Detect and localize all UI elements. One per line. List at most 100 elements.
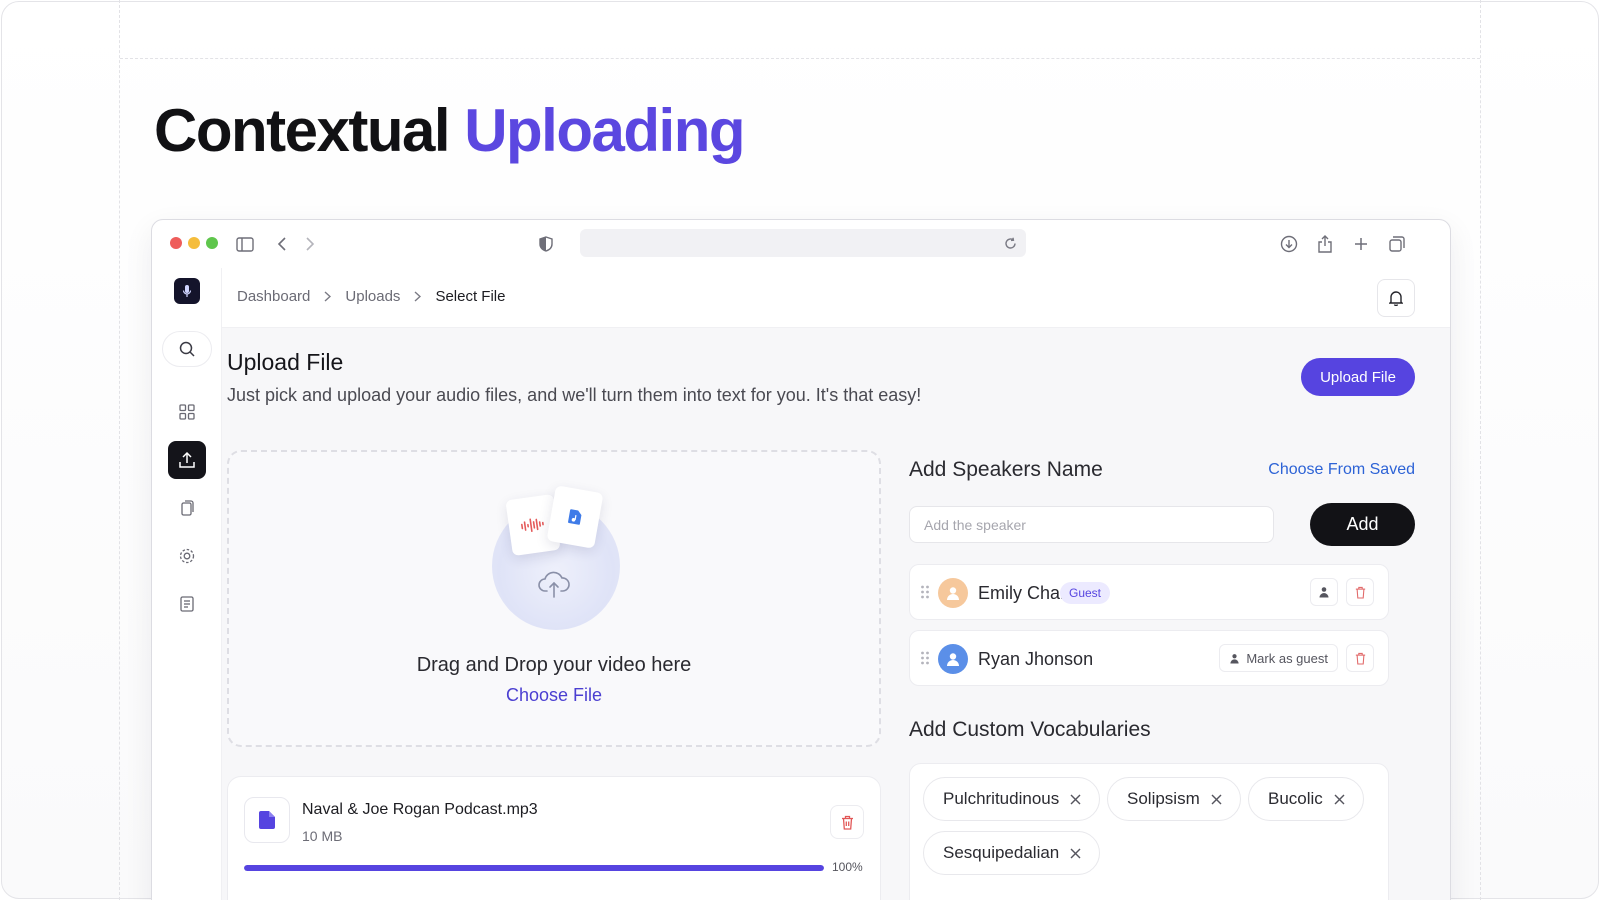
trash-icon [841,815,853,830]
file-dropzone[interactable]: Drag and Drop your video here Choose Fil… [227,450,881,747]
close-icon[interactable] [1070,794,1081,805]
document-icon [180,596,194,612]
delete-speaker-button[interactable] [1346,578,1374,606]
address-bar[interactable] [580,229,1026,257]
shield-icon[interactable] [535,233,557,255]
guide-line-top [120,58,1480,59]
hero-title: Contextual Uploading [154,96,745,165]
speaker-name-input[interactable] [909,506,1274,543]
trash-icon [1355,586,1365,599]
file-name: Naval & Joe Rogan Podcast.mp3 [302,801,538,818]
page-subtitle: Just pick and upload your audio files, a… [227,385,922,405]
vocab-chip-label: Pulchritudinous [943,789,1060,808]
speaker-name: Ryan Jhonson [978,649,1094,669]
app-logo[interactable] [174,278,200,304]
sidebar-item-uploads[interactable] [168,441,206,479]
speakers-section-title: Add Speakers Name [909,458,1103,481]
browser-toolbar [152,220,1450,268]
dashboard-grid-icon [179,404,195,420]
back-icon[interactable] [271,233,293,255]
close-icon[interactable] [1334,794,1345,805]
person-icon [1230,653,1239,664]
sidebar-item-documents[interactable] [168,585,206,623]
chevron-right-icon [324,291,332,302]
upload-progress-fill [244,865,824,871]
person-icon [1319,587,1329,598]
bell-icon [1389,291,1403,306]
person-icon [947,587,959,600]
vocab-section-title: Add Custom Vocabularies [909,718,1151,741]
chevron-right-icon [414,291,422,302]
new-tab-plus-icon[interactable] [1350,233,1372,255]
vocab-chip-label: Sesquipedalian [943,843,1060,862]
sidebar-search-button[interactable] [162,331,212,367]
mark-as-guest-label: Mark as guest [1246,650,1328,666]
sidebar-item-record[interactable] [168,537,206,575]
upload-progress-percent: 100% [832,860,863,874]
vocab-chip-label: Bucolic [1268,789,1323,808]
upload-progress-bar [244,865,824,871]
choose-file-link[interactable]: Choose File [229,685,879,706]
main-content: Upload File Just pick and upload your au… [222,328,1450,900]
tabs-overview-icon[interactable] [1386,233,1408,255]
music-file-icon [546,485,604,549]
files-icon [181,500,194,516]
speaker-row: Emily Chang Guest [909,564,1389,620]
guest-badge: Guest [1060,582,1111,604]
minimize-window-dot[interactable] [188,237,200,249]
breadcrumb: Dashboard Uploads Select File [237,288,505,305]
vocab-chip-container: Pulchritudinous Solipsism Bucolic Sesqui… [909,763,1389,900]
toggle-guest-button[interactable] [1310,578,1338,606]
sidebar-toggle-icon[interactable] [234,233,256,255]
avatar [938,578,968,608]
avatar [938,644,968,674]
drag-handle-icon[interactable] [920,650,930,671]
trash-icon [1355,652,1365,665]
guide-line-left [119,0,120,900]
sidebar-item-dashboard[interactable] [168,393,206,431]
vocab-chip: Sesquipedalian [923,831,1101,875]
audio-file-icon [244,797,290,843]
sidebar-item-files[interactable] [168,489,206,527]
uploaded-file-card: Naval & Joe Rogan Podcast.mp3 10 MB 100% [227,776,881,900]
reload-icon[interactable] [1000,233,1020,253]
vocab-chip: Bucolic [1248,777,1364,821]
upload-icon [179,451,195,468]
forward-icon[interactable] [299,233,321,255]
vocab-chip-label: Solipsism [1127,789,1200,808]
browser-window: Dashboard Uploads Select File Upload Fil… [151,219,1451,900]
hero-title-accent: Uploading [464,97,745,164]
delete-file-button[interactable] [830,805,864,839]
breadcrumb-dashboard[interactable]: Dashboard [237,288,310,305]
app-topbar: Dashboard Uploads Select File [222,268,1450,328]
upload-file-button[interactable]: Upload File [1301,358,1415,396]
file-size: 10 MB [302,828,343,844]
vocab-chip: Solipsism [1107,777,1241,821]
vocab-chip: Pulchritudinous [923,777,1101,821]
download-icon[interactable] [1278,233,1300,255]
share-icon[interactable] [1314,233,1336,255]
close-icon[interactable] [1070,848,1081,859]
breadcrumb-current: Select File [435,288,506,305]
add-speaker-button[interactable]: Add [1310,503,1415,546]
drag-handle-icon[interactable] [920,584,930,605]
notifications-button[interactable] [1377,279,1415,317]
cloud-upload-icon [537,570,571,603]
dropzone-instruction: Drag and Drop your video here [416,654,692,676]
guide-line-right [1480,0,1481,900]
microphone-icon [182,285,192,297]
page-title: Upload File [227,349,344,375]
search-icon [179,341,195,357]
record-icon [179,548,195,564]
person-icon [947,653,959,666]
breadcrumb-uploads[interactable]: Uploads [345,288,400,305]
upload-illustration [487,485,627,630]
delete-speaker-button[interactable] [1346,644,1374,672]
app-sidebar [152,268,222,900]
mark-as-guest-button[interactable]: Mark as guest [1219,644,1338,672]
close-window-dot[interactable] [170,237,182,249]
hero-title-plain: Contextual [154,97,451,164]
close-icon[interactable] [1211,794,1222,805]
choose-from-saved-link[interactable]: Choose From Saved [1268,461,1415,479]
maximize-window-dot[interactable] [206,237,218,249]
